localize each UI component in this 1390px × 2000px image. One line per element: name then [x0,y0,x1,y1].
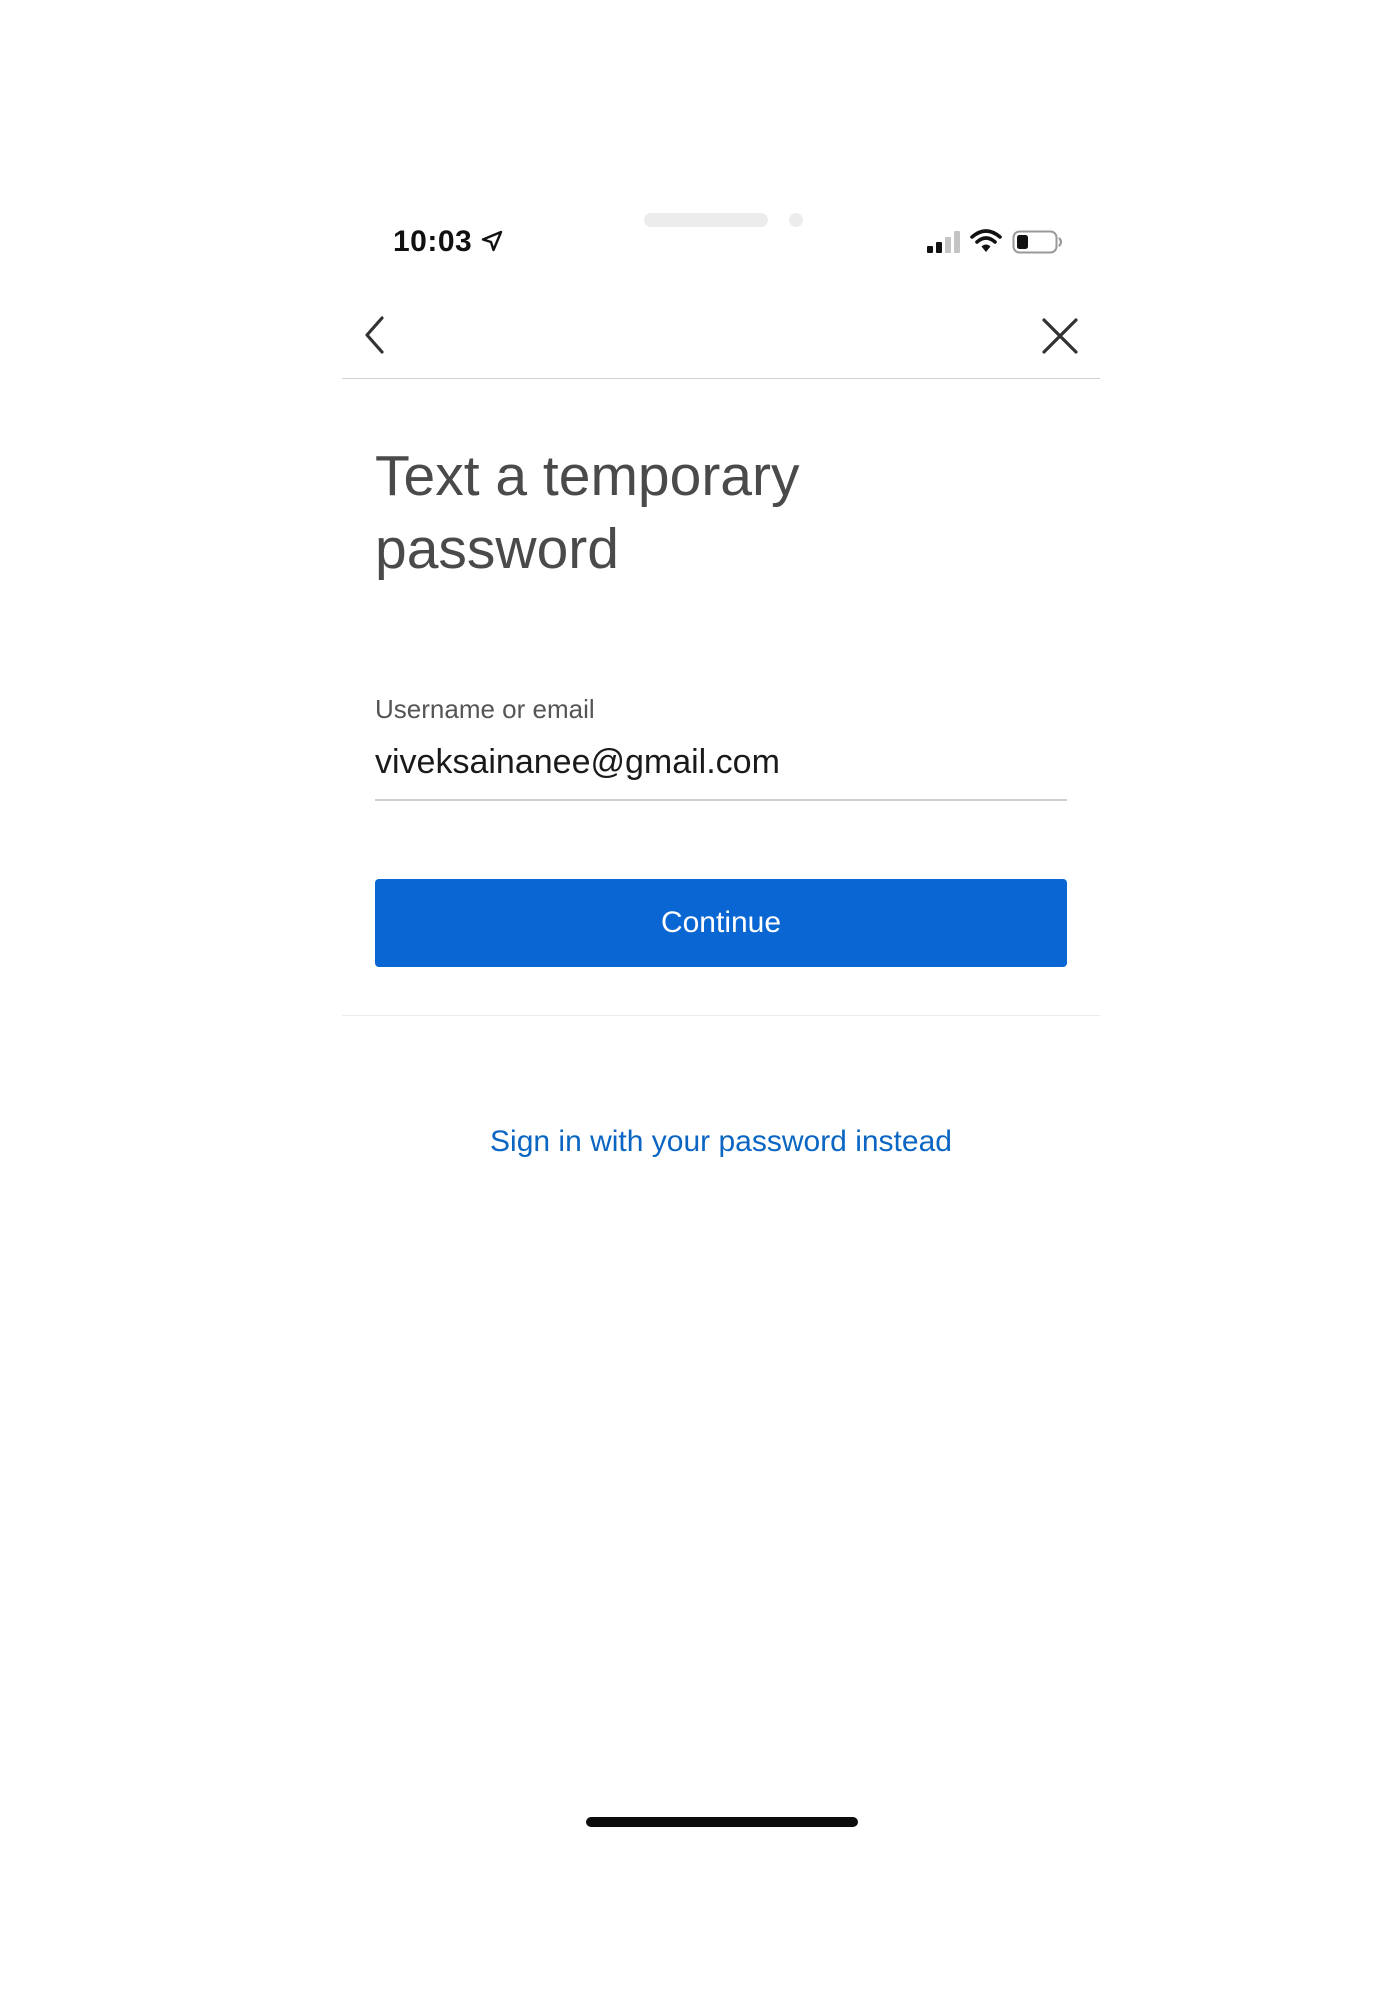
status-time: 10:03 [393,225,473,258]
sign-in-with-password-link[interactable]: Sign in with your password instead [342,1122,1100,1162]
cellular-signal-icon [927,231,960,253]
battery-icon [1012,230,1063,254]
camera-dot [789,213,803,227]
page-title: Text a temporary password [375,444,800,581]
close-icon[interactable] [1036,314,1084,358]
username-input[interactable] [375,738,1067,786]
username-label: Username or email [375,694,595,724]
screen: 10:03 Text a temporary password Username… [0,0,1390,2000]
location-arrow-icon [481,230,503,252]
username-underline [375,799,1067,801]
speaker-notch [644,213,768,227]
section-divider [342,1015,1100,1016]
wifi-icon [970,229,1002,252]
chevron-left-icon[interactable] [356,310,396,360]
header-divider [342,378,1100,379]
continue-button[interactable]: Continue [375,879,1067,967]
home-indicator[interactable] [586,1817,858,1827]
